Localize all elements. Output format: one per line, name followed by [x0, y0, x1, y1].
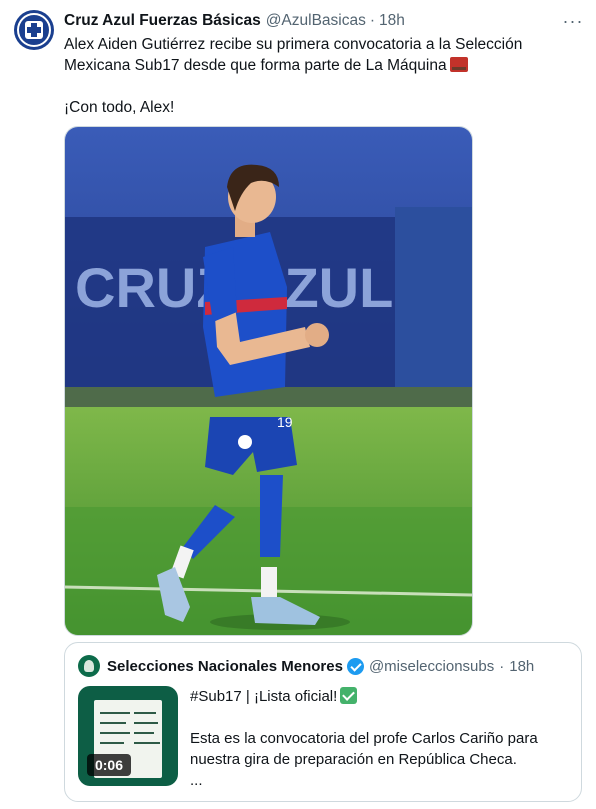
quoted-author-handle[interactable]: @miseleccionsubs	[369, 658, 494, 675]
author-name[interactable]: Cruz Azul Fuerzas Básicas	[64, 12, 261, 30]
quoted-video-thumbnail[interactable]: 0:06	[78, 686, 178, 786]
video-duration-badge: 0:06	[87, 754, 131, 776]
check-mark-emoji-icon	[340, 687, 358, 704]
verified-badge-icon	[346, 657, 364, 675]
tweet-text-line-2: ¡Con todo, Alex!	[64, 99, 175, 116]
cruz-azul-crest-icon	[25, 21, 43, 39]
tweet[interactable]: Cruz Azul Fuerzas Básicas @AzulBasicas ·…	[0, 0, 596, 809]
shorts-number: 19	[277, 414, 293, 430]
more-options-icon[interactable]: ···	[562, 10, 584, 32]
locomotive-emoji-icon	[449, 57, 468, 72]
quoted-separator: ·	[499, 657, 505, 675]
quoted-text-line-3: ...	[190, 772, 203, 789]
quoted-tweet-text: #Sub17 | ¡Lista oficial! Esta es la conv…	[190, 686, 570, 791]
quoted-text-line-2: Esta es la convocatoria del profe Carlos…	[190, 730, 538, 768]
tweet-photo[interactable]: CRUZ AZUL 19	[64, 126, 473, 636]
quoted-tweet[interactable]: Selecciones Nacionales Menores @miselecc…	[64, 642, 582, 802]
tweet-text: Alex Aiden Gutiérrez recibe su primera c…	[64, 34, 564, 118]
tweet-time[interactable]: 18h	[379, 12, 405, 30]
separator: ·	[369, 12, 376, 29]
quoted-time[interactable]: 18h	[509, 658, 534, 675]
author-avatar[interactable]	[14, 10, 54, 50]
tweet-header: Cruz Azul Fuerzas Básicas @AzulBasicas ·…	[64, 10, 405, 32]
quoted-text-line-1: #Sub17 | ¡Lista oficial!	[190, 688, 338, 705]
author-handle[interactable]: @AzulBasicas	[266, 12, 366, 30]
quoted-author-name[interactable]: Selecciones Nacionales Menores	[107, 658, 343, 675]
quoted-author-avatar[interactable]	[78, 655, 100, 677]
quoted-tweet-header: Selecciones Nacionales Menores @miselecc…	[107, 655, 534, 677]
